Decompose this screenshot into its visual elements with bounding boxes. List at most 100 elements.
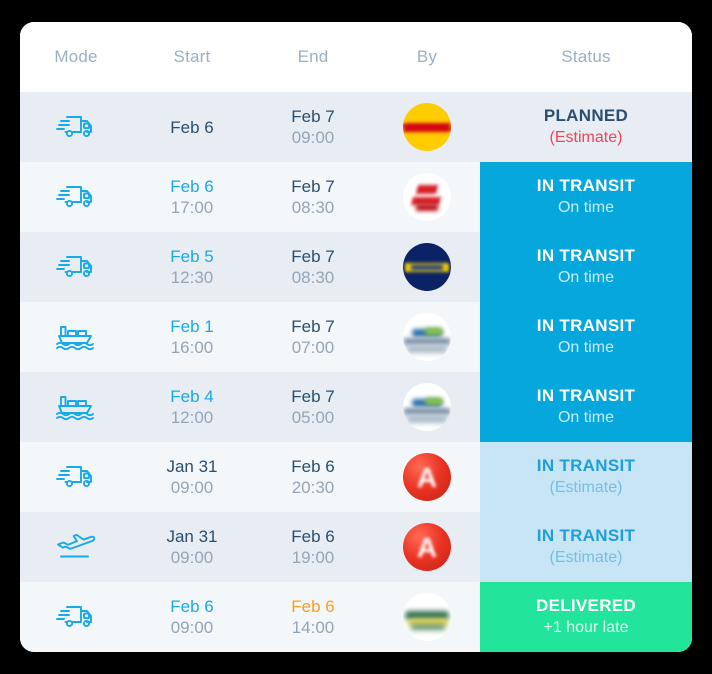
- truck-icon: [56, 462, 96, 492]
- cell-start: Feb 4 12:00: [132, 372, 252, 442]
- end-time: 14:00: [291, 617, 335, 637]
- end-time: 05:00: [291, 407, 335, 427]
- logo-mark: [411, 624, 445, 630]
- start-time: 09:00: [170, 477, 214, 497]
- cell-mode: [20, 232, 132, 302]
- carrier-logo-sea: [403, 313, 451, 361]
- status-badge[interactable]: IN TRANSIT On time: [480, 162, 692, 232]
- status-subtitle: On time: [557, 269, 614, 286]
- truck-icon: [56, 182, 96, 212]
- status-subtitle: On time: [557, 409, 614, 426]
- cell-mode: [20, 92, 132, 162]
- cell-start: Feb 6 09:00: [132, 582, 252, 652]
- status-badge[interactable]: IN TRANSIT On time: [480, 302, 692, 372]
- status-badge[interactable]: PLANNED (Estimate): [480, 92, 692, 162]
- column-header-mode: Mode: [54, 47, 98, 66]
- screenshot-stage: Mode Start End By Status Feb 6 Feb 7 09:…: [0, 0, 712, 674]
- cell-mode: [20, 302, 132, 372]
- cell-end: Feb 7 09:00: [252, 92, 374, 162]
- status-badge[interactable]: IN TRANSIT On time: [480, 232, 692, 302]
- start-date: Feb 1: [170, 316, 214, 336]
- plane-icon: [55, 532, 97, 562]
- status-subtitle: On time: [557, 199, 614, 216]
- cell-by[interactable]: [374, 232, 480, 302]
- logo-mark: A: [416, 462, 438, 493]
- start-date: Feb 6: [170, 176, 214, 196]
- status-badge[interactable]: IN TRANSIT (Estimate): [480, 442, 692, 512]
- end-date: Feb 7: [291, 316, 335, 336]
- table-body: Feb 6 Feb 7 09:00 PLANNED (Estimate) Feb…: [20, 92, 692, 652]
- cell-start: Feb 6 17:00: [132, 162, 252, 232]
- logo-mark: [407, 345, 447, 353]
- logo-mark: [407, 415, 447, 423]
- truck-icon: [56, 112, 96, 142]
- carrier-logo-red: [403, 173, 451, 221]
- start-time: 17:00: [170, 197, 214, 217]
- status-subtitle: (Estimate): [549, 479, 623, 496]
- cell-mode: [20, 582, 132, 652]
- logo-mark: [425, 398, 443, 405]
- end-date: Feb 6: [291, 526, 335, 546]
- column-header-status: Status: [561, 47, 611, 66]
- start-date: Feb 6: [170, 117, 214, 137]
- logo-mark: [425, 328, 443, 335]
- carrier-logo-red-a: A: [403, 453, 451, 501]
- carrier-logo-red-a: A: [403, 523, 451, 571]
- start-time: 16:00: [170, 337, 214, 357]
- status-title: IN TRANSIT: [536, 316, 636, 335]
- cell-by[interactable]: A: [374, 442, 480, 512]
- end-time: 08:30: [291, 197, 335, 217]
- table-row[interactable]: Feb 5 12:30 Feb 7 08:30 IN TRANSIT On ti…: [20, 232, 692, 302]
- cell-start: Jan 31 09:00: [132, 442, 252, 512]
- table-row[interactable]: Jan 31 09:00 Feb 6 20:30 A IN TRANSIT (E…: [20, 442, 692, 512]
- table-header-row: Mode Start End By Status: [20, 22, 692, 92]
- start-date: Jan 31: [166, 526, 218, 546]
- column-header-end: End: [297, 47, 329, 66]
- table-row[interactable]: Feb 4 12:00 Feb 7 05:00 IN TRANSIT On ti…: [20, 372, 692, 442]
- table-row[interactable]: Feb 6 Feb 7 09:00 PLANNED (Estimate): [20, 92, 692, 162]
- start-time: 12:30: [170, 267, 214, 287]
- ship-icon: [55, 323, 97, 351]
- logo-mark: A: [416, 532, 438, 563]
- start-time: 12:00: [170, 407, 214, 427]
- cell-by[interactable]: [374, 162, 480, 232]
- table-row[interactable]: Feb 6 17:00 Feb 7 08:30 IN TRANSIT On ti…: [20, 162, 692, 232]
- cell-start: Feb 5 12:30: [132, 232, 252, 302]
- cell-by[interactable]: [374, 92, 480, 162]
- status-title: IN TRANSIT: [536, 246, 636, 265]
- shipment-table-card: Mode Start End By Status Feb 6 Feb 7 09:…: [20, 22, 692, 652]
- status-title: IN TRANSIT: [536, 386, 636, 405]
- table-row[interactable]: Feb 6 09:00 Feb 6 14:00 DELIVERED +1 hou…: [20, 582, 692, 652]
- status-subtitle: (Estimate): [549, 549, 623, 566]
- logo-mark: [416, 204, 438, 211]
- status-title: IN TRANSIT: [536, 526, 636, 545]
- table-row[interactable]: Jan 31 09:00 Feb 6 19:00 A IN TRANSIT (E…: [20, 512, 692, 582]
- cell-start: Feb 1 16:00: [132, 302, 252, 372]
- logo-mark: [405, 263, 449, 272]
- status-subtitle: (Estimate): [549, 129, 623, 146]
- end-date: Feb 6: [291, 456, 335, 476]
- cell-by[interactable]: A: [374, 512, 480, 582]
- carrier-logo-dhl: [403, 103, 451, 151]
- cell-mode: [20, 442, 132, 512]
- status-badge[interactable]: DELIVERED +1 hour late: [480, 582, 692, 652]
- cell-by[interactable]: [374, 582, 480, 652]
- cell-by[interactable]: [374, 372, 480, 442]
- end-date: Feb 7: [291, 176, 335, 196]
- cell-start: Jan 31 09:00: [132, 512, 252, 582]
- table-row[interactable]: Feb 1 16:00 Feb 7 07:00 IN TRANSIT On ti…: [20, 302, 692, 372]
- cell-mode: [20, 372, 132, 442]
- status-subtitle: +1 hour late: [543, 619, 629, 636]
- status-badge[interactable]: IN TRANSIT On time: [480, 372, 692, 442]
- status-title: PLANNED: [543, 106, 629, 125]
- start-time: 09:00: [170, 617, 214, 637]
- cell-by[interactable]: [374, 302, 480, 372]
- end-time: 09:00: [291, 127, 335, 147]
- end-date: Feb 7: [291, 106, 335, 126]
- status-badge[interactable]: IN TRANSIT (Estimate): [480, 512, 692, 582]
- start-time: 09:00: [170, 547, 214, 567]
- status-title: IN TRANSIT: [536, 456, 636, 475]
- cell-end: Feb 7 08:30: [252, 162, 374, 232]
- cell-mode: [20, 512, 132, 582]
- logo-mark: [416, 185, 438, 194]
